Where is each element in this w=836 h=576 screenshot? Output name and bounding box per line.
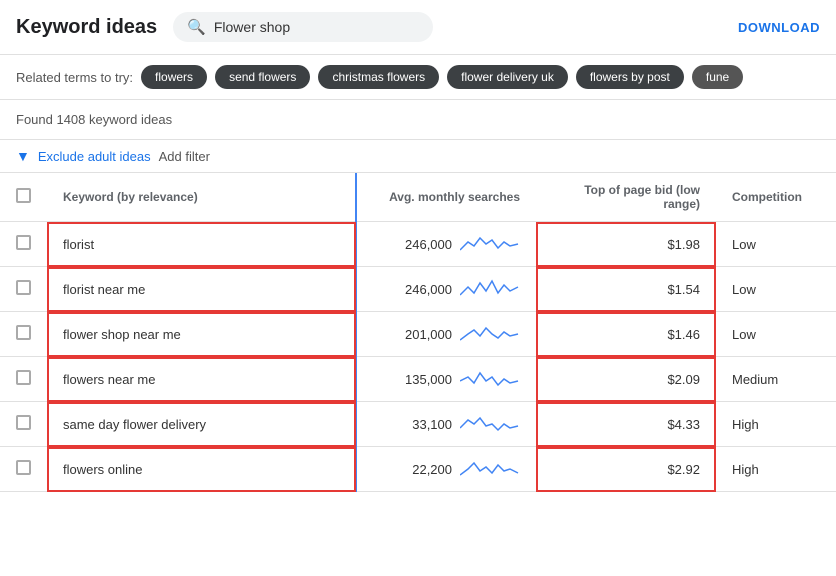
- table-row: flowers near me 135,000 $2.09 Medium: [0, 357, 836, 402]
- competition-value-3: Medium: [732, 372, 778, 387]
- sparkline-wrap-4: 33,100: [392, 412, 520, 436]
- download-button[interactable]: DOWNLOAD: [738, 20, 820, 35]
- chip-flowers-by-post[interactable]: flowers by post: [576, 65, 684, 89]
- search-count-0: 246,000: [392, 237, 452, 252]
- bid-cell-3: $2.09: [536, 357, 716, 402]
- table-header-row: Keyword (by relevance) Avg. monthly sear…: [0, 173, 836, 222]
- searches-cell-4: 33,100: [356, 402, 536, 447]
- competition-value-4: High: [732, 417, 759, 432]
- search-count-1: 246,000: [392, 282, 452, 297]
- sparkline-wrap-5: 22,200: [392, 457, 520, 481]
- bid-cell-2: $1.46: [536, 312, 716, 357]
- col-searches: Avg. monthly searches: [356, 173, 536, 222]
- sparkline-1: [460, 277, 520, 301]
- search-value: Flower shop: [214, 19, 290, 35]
- search-count-5: 22,200: [392, 462, 452, 477]
- competition-cell-0: Low: [716, 222, 836, 267]
- keyword-text-3: flowers near me: [63, 372, 155, 387]
- competition-value-0: Low: [732, 237, 756, 252]
- bid-cell-5: $2.92: [536, 447, 716, 492]
- competition-value-2: Low: [732, 327, 756, 342]
- add-filter-button[interactable]: Add filter: [159, 149, 210, 164]
- chip-send-flowers[interactable]: send flowers: [215, 65, 310, 89]
- keyword-cell-5: flowers online: [47, 447, 356, 492]
- searches-cell-3: 135,000: [356, 357, 536, 402]
- keyword-cell-3: flowers near me: [47, 357, 356, 402]
- table-row: florist near me 246,000 $1.54 Low: [0, 267, 836, 312]
- sparkline-wrap-2: 201,000: [392, 322, 520, 346]
- bid-value-0: $1.98: [667, 237, 700, 252]
- bid-cell-0: $1.98: [536, 222, 716, 267]
- keyword-text-0: florist: [63, 237, 94, 252]
- filter-bar: ▼ Exclude adult ideas Add filter: [0, 140, 836, 173]
- bid-cell-4: $4.33: [536, 402, 716, 447]
- keyword-text-4: same day flower delivery: [63, 417, 206, 432]
- keyword-text-2: flower shop near me: [63, 327, 181, 342]
- header-left: Keyword ideas 🔍 Flower shop: [16, 12, 433, 42]
- bid-value-4: $4.33: [667, 417, 700, 432]
- page-title: Keyword ideas: [16, 16, 157, 39]
- select-all-checkbox[interactable]: [0, 173, 47, 222]
- keyword-table: Keyword (by relevance) Avg. monthly sear…: [0, 173, 836, 492]
- keyword-text-5: flowers online: [63, 462, 143, 477]
- related-terms-label: Related terms to try:: [16, 70, 133, 85]
- bid-value-3: $2.09: [667, 372, 700, 387]
- bid-value-1: $1.54: [667, 282, 700, 297]
- bid-value-2: $1.46: [667, 327, 700, 342]
- col-bid: Top of page bid (low range): [536, 173, 716, 222]
- chip-christmas-flowers[interactable]: christmas flowers: [318, 65, 439, 89]
- sparkline-3: [460, 367, 520, 391]
- table-row: flower shop near me 201,000 $1.46 Low: [0, 312, 836, 357]
- bid-value-5: $2.92: [667, 462, 700, 477]
- row-checkbox-0[interactable]: [0, 222, 47, 267]
- competition-value-1: Low: [732, 282, 756, 297]
- sparkline-4: [460, 412, 520, 436]
- row-checkbox-5[interactable]: [0, 447, 47, 492]
- competition-cell-4: High: [716, 402, 836, 447]
- row-checkbox-2[interactable]: [0, 312, 47, 357]
- sparkline-wrap-1: 246,000: [392, 277, 520, 301]
- sparkline-wrap-0: 246,000: [392, 232, 520, 256]
- header: Keyword ideas 🔍 Flower shop DOWNLOAD: [0, 0, 836, 55]
- table-row: florist 246,000 $1.98 Low: [0, 222, 836, 267]
- keyword-cell-4: same day flower delivery: [47, 402, 356, 447]
- competition-cell-3: Medium: [716, 357, 836, 402]
- sparkline-wrap-3: 135,000: [392, 367, 520, 391]
- found-count: Found 1408 keyword ideas: [0, 100, 836, 140]
- search-count-4: 33,100: [392, 417, 452, 432]
- search-icon: 🔍: [187, 18, 206, 36]
- search-bar[interactable]: 🔍 Flower shop: [173, 12, 433, 42]
- table-row: same day flower delivery 33,100 $4.33 Hi…: [0, 402, 836, 447]
- col-competition: Competition: [716, 173, 836, 222]
- searches-cell-0: 246,000: [356, 222, 536, 267]
- searches-cell-2: 201,000: [356, 312, 536, 357]
- row-checkbox-4[interactable]: [0, 402, 47, 447]
- sparkline-5: [460, 457, 520, 481]
- keyword-cell-1: florist near me: [47, 267, 356, 312]
- chip-flowers[interactable]: flowers: [141, 65, 207, 89]
- row-checkbox-3[interactable]: [0, 357, 47, 402]
- bid-cell-1: $1.54: [536, 267, 716, 312]
- sparkline-0: [460, 232, 520, 256]
- filter-icon: ▼: [16, 148, 30, 164]
- search-count-2: 201,000: [392, 327, 452, 342]
- competition-value-5: High: [732, 462, 759, 477]
- col-keyword: Keyword (by relevance): [47, 173, 356, 222]
- competition-cell-2: Low: [716, 312, 836, 357]
- keyword-cell-0: florist: [47, 222, 356, 267]
- chip-more[interactable]: fune: [692, 65, 743, 89]
- competition-cell-1: Low: [716, 267, 836, 312]
- search-count-3: 135,000: [392, 372, 452, 387]
- exclude-adult-link[interactable]: Exclude adult ideas: [38, 149, 151, 164]
- chip-flower-delivery[interactable]: flower delivery uk: [447, 65, 568, 89]
- related-terms-bar: Related terms to try: flowers send flowe…: [0, 55, 836, 100]
- searches-cell-1: 246,000: [356, 267, 536, 312]
- searches-cell-5: 22,200: [356, 447, 536, 492]
- sparkline-2: [460, 322, 520, 346]
- table-row: flowers online 22,200 $2.92 High: [0, 447, 836, 492]
- competition-cell-5: High: [716, 447, 836, 492]
- keyword-cell-2: flower shop near me: [47, 312, 356, 357]
- keyword-text-1: florist near me: [63, 282, 145, 297]
- row-checkbox-1[interactable]: [0, 267, 47, 312]
